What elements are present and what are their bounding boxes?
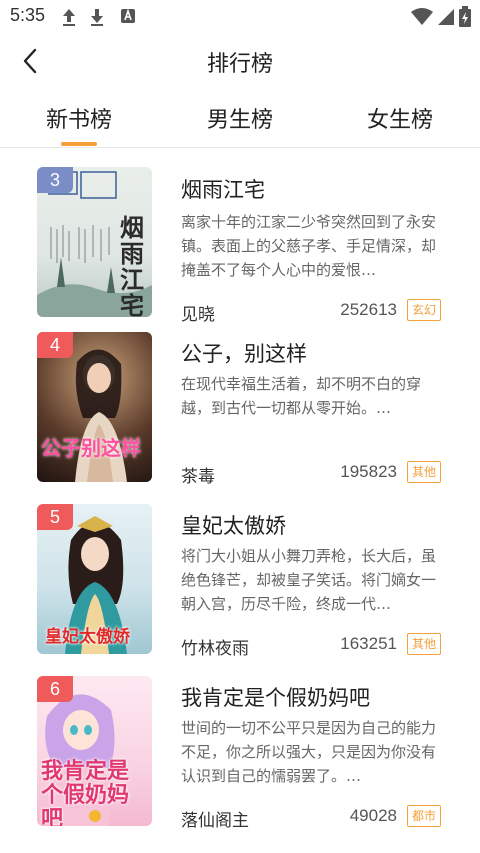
book-author: 竹林夜雨 bbox=[181, 639, 249, 659]
upload-icon bbox=[63, 9, 75, 26]
signal-icon bbox=[438, 9, 454, 25]
book-cover: 我肯定是个假奶妈吧 6 bbox=[37, 676, 152, 826]
genre-tag: 都市 bbox=[407, 805, 441, 827]
cover-title-text: 公子别这样 bbox=[41, 436, 141, 460]
status-time: 5:35 bbox=[10, 5, 46, 25]
book-title: 皇妃太傲娇 bbox=[181, 514, 286, 538]
book-read-count: 163251 bbox=[340, 634, 397, 653]
book-cover: 公子别这样 4 bbox=[37, 332, 152, 482]
cover-title-text: 我肯定是个假奶妈吧 bbox=[41, 759, 130, 827]
book-title: 我肯定是个假奶妈吧 bbox=[181, 686, 370, 710]
genre-tag: 玄幻 bbox=[407, 299, 441, 321]
book-title: 烟雨江宅 bbox=[181, 178, 265, 202]
book-author: 落仙阁主 bbox=[181, 811, 249, 831]
book-cover: 皇妃太傲娇 5 bbox=[37, 504, 152, 654]
book-description: 将门大小姐从小舞刀弄枪，长大后，虽绝色锋芒，却被皇子笑话。将门嫡女一朝入宫，历尽… bbox=[181, 547, 437, 613]
tab-male[interactable]: 男生榜 bbox=[180, 102, 300, 134]
status-bar: 5:35 bbox=[0, 0, 480, 34]
book-read-count: 252613 bbox=[340, 300, 397, 319]
list-item[interactable]: 烟雨江宅 3 烟雨江宅 离家十年的江家二少爷突然回到了永安镇。表面上的父慈子孝、… bbox=[0, 160, 480, 332]
cover-title-text: 皇妃太傲娇 bbox=[45, 627, 130, 647]
download-icon bbox=[91, 9, 103, 26]
cover-title-text: 烟雨江宅 bbox=[120, 213, 144, 318]
book-description: 在现代幸福生活着，却不明不白的穿越，到古代一切都从零开始。… bbox=[181, 375, 422, 417]
genre-tag: 其他 bbox=[407, 461, 441, 483]
book-cover: 烟雨江宅 3 bbox=[37, 167, 152, 317]
book-description: 世间的一切不公平只是因为自己的能力不足，你之所以强大，只是因为你没有认识到自己的… bbox=[181, 719, 437, 785]
list-item[interactable]: 公子别这样 4 公子，别这样 在现代幸福生活着，却不明不白的穿越，到古代一切都从… bbox=[0, 332, 480, 504]
list-item[interactable]: 皇妃太傲娇 5 皇妃太傲娇 将门大小姐从小舞刀弄枪，长大后，虽绝色锋芒，却被皇子… bbox=[0, 504, 480, 676]
wifi-icon bbox=[411, 8, 433, 25]
book-read-count: 49028 bbox=[349, 806, 397, 825]
rank-badge: 6 bbox=[37, 676, 73, 702]
tab-female[interactable]: 女生榜 bbox=[340, 102, 460, 134]
page-title: 排行榜 bbox=[206, 52, 273, 77]
battery-icon bbox=[459, 6, 471, 27]
book-author: 见晓 bbox=[181, 305, 215, 325]
app-header: 排行榜 bbox=[0, 34, 480, 88]
genre-tag: 其他 bbox=[407, 633, 441, 655]
ranking-tabs: 新书榜 男生榜 女生榜 bbox=[0, 88, 480, 148]
book-author: 茶毒 bbox=[181, 467, 215, 487]
active-tab-indicator bbox=[61, 142, 97, 146]
rank-badge: 3 bbox=[37, 167, 73, 193]
book-title: 公子，别这样 bbox=[181, 342, 307, 366]
rank-badge: 4 bbox=[37, 332, 73, 358]
tab-new-books[interactable]: 新书榜 bbox=[19, 102, 139, 134]
book-description: 离家十年的江家二少爷突然回到了永安镇。表面上的父慈子孝、手足情深，却掩盖不了每个… bbox=[181, 213, 437, 279]
font-app-icon bbox=[121, 8, 135, 23]
list-item[interactable]: 我肯定是个假奶妈吧 6 我肯定是个假奶妈吧 世间的一切不公平只是因为自己的能力不… bbox=[0, 676, 480, 848]
book-read-count: 195823 bbox=[340, 462, 397, 481]
rank-badge: 5 bbox=[37, 504, 73, 530]
